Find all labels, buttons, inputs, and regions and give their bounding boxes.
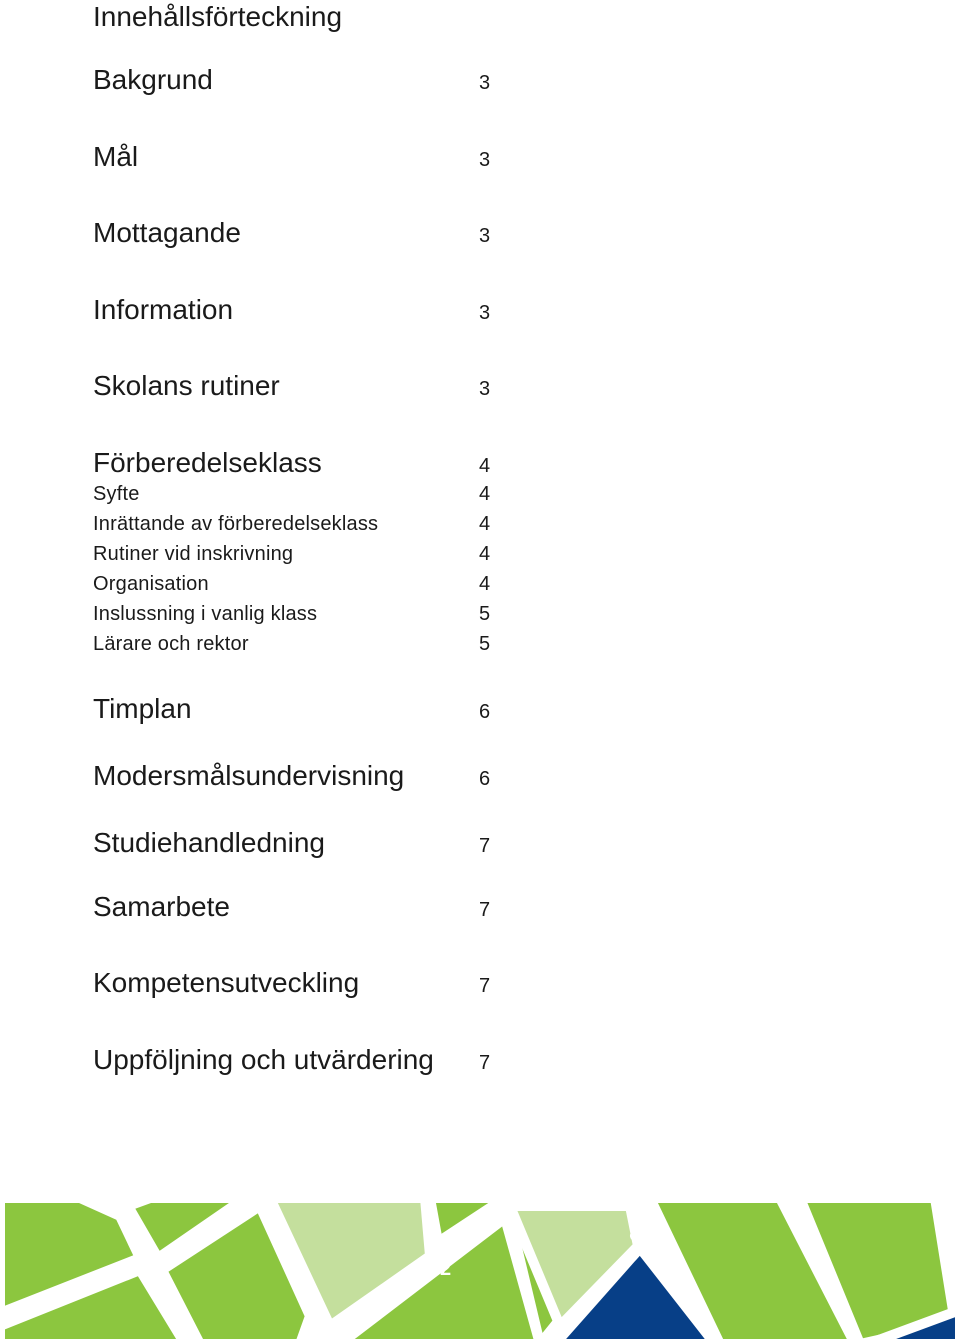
toc-entry-label: Syfte: [93, 483, 140, 505]
toc-entry-page: 7: [479, 835, 491, 857]
toc-entry[interactable]: Mål 3: [93, 141, 493, 176]
toc-entry-page: 4: [479, 483, 491, 505]
toc-entry-page: 4: [479, 543, 491, 565]
toc-entry-label: Kompetensutveckling: [93, 967, 360, 998]
toc-entry-page: 7: [479, 1052, 491, 1074]
toc-subentry[interactable]: Organisation 4: [93, 571, 493, 597]
toc-entry-label: Uppföljning och utvärdering: [93, 1044, 434, 1075]
toc-entry[interactable]: Samarbete 7: [93, 891, 493, 926]
toc-entry-label: Bakgrund: [93, 64, 213, 95]
toc-subentry[interactable]: Syfte 4: [93, 481, 493, 507]
toc-entry[interactable]: Bakgrund 3: [93, 64, 493, 99]
toc-entry[interactable]: Förberedelseklass 4: [93, 447, 493, 482]
page-number: 2: [440, 1258, 452, 1280]
toc-entry-page: 7: [479, 899, 491, 921]
toc-entry[interactable]: Studiehandledning 7: [93, 827, 493, 862]
toc-subentry[interactable]: Inrättande av förberedelseklass 4: [93, 511, 493, 537]
toc-title: Innehållsförteckning: [93, 1, 343, 32]
toc-entry-label: Inrättande av förberedelseklass: [93, 513, 379, 535]
toc-entry[interactable]: Kompetensutveckling 7: [93, 967, 493, 1002]
toc-entry-page: 4: [479, 513, 491, 535]
toc-entry-label: Rutiner vid inskrivning: [93, 543, 294, 565]
toc-entry-page: 3: [479, 72, 491, 94]
toc-entry-page: 3: [479, 225, 491, 247]
toc-entry-label: Skolans rutiner: [93, 370, 280, 401]
toc-entry-page: 6: [479, 768, 491, 790]
toc-entry-label: Organisation: [93, 573, 209, 595]
footer-mosaic-banner: [0, 1198, 960, 1344]
toc-entry-page: 4: [479, 573, 491, 595]
toc-entry-page: 5: [479, 633, 491, 655]
toc-entry[interactable]: Mottagande 3: [93, 217, 493, 252]
toc-entry-page: 5: [479, 603, 491, 625]
toc-entry-label: Inslussning i vanlig klass: [93, 603, 318, 625]
toc-entry-label: Lärare och rektor: [93, 633, 249, 655]
toc-entry-label: Information: [93, 294, 234, 325]
toc-entry-page: 6: [479, 701, 491, 723]
toc-entry-label: Mottagande: [93, 217, 241, 248]
toc-entry-label: Timplan: [93, 693, 192, 724]
toc-entry-page: 7: [479, 975, 491, 997]
toc-entry[interactable]: Information 3: [93, 294, 493, 329]
toc-subentry[interactable]: Rutiner vid inskrivning 4: [93, 541, 493, 567]
toc-entry-label: Samarbete: [93, 891, 230, 922]
toc-entry-label: Förberedelseklass: [93, 447, 322, 478]
toc-entry-page: 3: [479, 149, 491, 171]
toc-entry[interactable]: Timplan 6: [93, 693, 493, 728]
toc-subentry[interactable]: Inslussning i vanlig klass 5: [93, 601, 493, 627]
toc-entry-label: Modersmålsundervisning: [93, 760, 405, 791]
toc-entry[interactable]: Modersmålsundervisning 6: [93, 760, 493, 795]
toc-entry-page: 3: [479, 302, 491, 324]
toc-entry[interactable]: Skolans rutiner 3: [93, 370, 493, 405]
toc-entry[interactable]: Uppföljning och utvärdering 7: [93, 1044, 493, 1079]
toc-entry-page: 3: [479, 378, 491, 400]
toc-subentry[interactable]: Lärare och rektor 5: [93, 631, 493, 657]
toc-entry-page: 4: [479, 455, 491, 477]
toc-entry-label: Mål: [93, 141, 139, 172]
toc-entry-label: Studiehandledning: [93, 827, 325, 858]
